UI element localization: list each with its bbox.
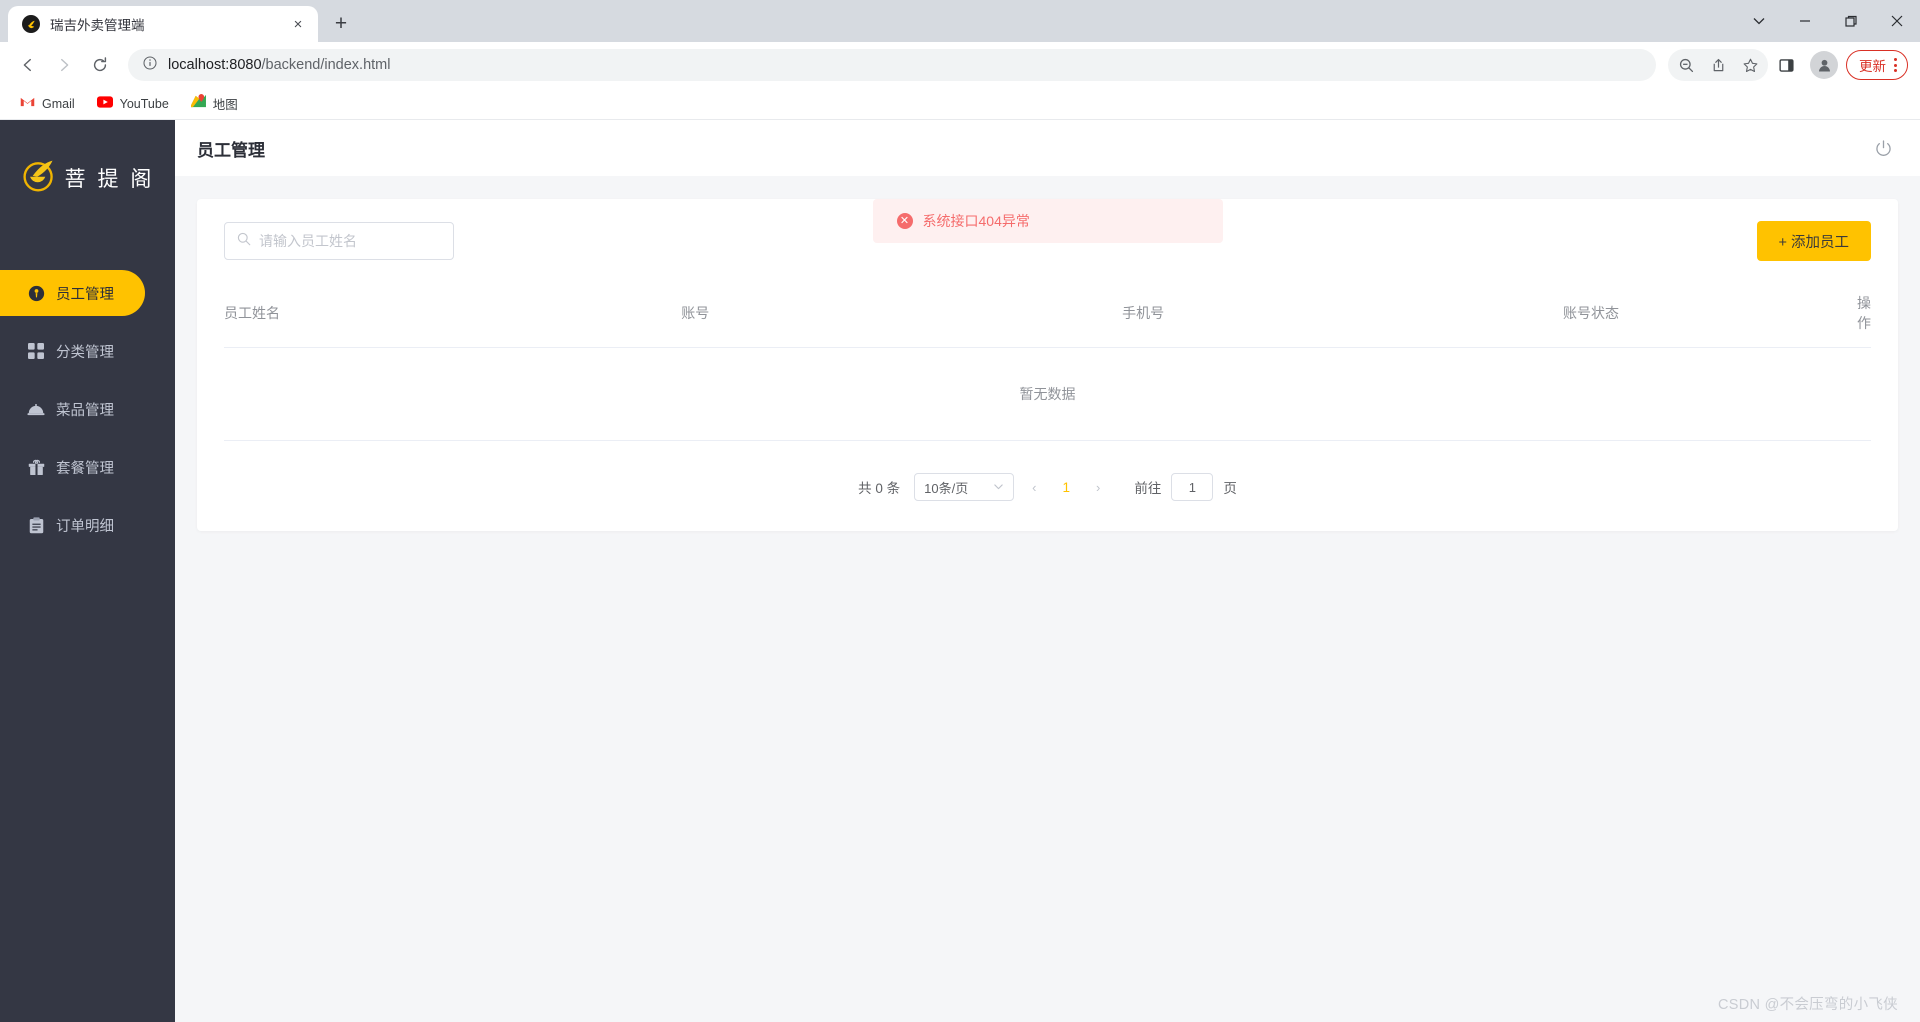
column-header-action: 操作 — [1856, 279, 1871, 348]
omnibox-action-pill — [1668, 49, 1768, 81]
browser-toolbar: localhost:8080/backend/index.html 更新 — [0, 42, 1920, 88]
back-button[interactable] — [12, 49, 44, 81]
tab-close-icon[interactable]: × — [288, 14, 308, 34]
share-icon[interactable] — [1702, 49, 1734, 81]
bookmark-gmail[interactable]: Gmail — [12, 91, 83, 117]
page-size-select[interactable]: 10条/页 — [914, 473, 1015, 501]
pagination-next-button[interactable]: › — [1088, 480, 1108, 495]
pagination-total: 共 0 条 — [858, 481, 901, 496]
pagination-jump-suffix: 页 — [1223, 481, 1237, 496]
star-icon[interactable] — [1734, 49, 1766, 81]
browser-titlebar: 瑞吉外卖管理端 × + — [0, 0, 1920, 42]
employee-table: 员工姓名 账号 手机号 账号状态 操作 暂无数据 — [224, 279, 1871, 441]
sidebar-logo: 菩 提 阁 — [0, 120, 175, 235]
sidebar-item-label: 员工管理 — [56, 286, 114, 303]
reload-button[interactable] — [84, 49, 116, 81]
bookmarks-bar: Gmail YouTube 地图 — [0, 88, 1920, 120]
error-alert-message: 系统接口404异常 — [922, 213, 1030, 229]
update-button-label: 更新 — [1859, 59, 1886, 74]
search-icon — [237, 232, 251, 251]
error-circle-icon: ✕ — [896, 213, 913, 229]
page-title: 员工管理 — [197, 140, 265, 160]
table-empty-row: 暂无数据 — [224, 347, 1871, 441]
leaf-bowl-logo-icon — [21, 157, 57, 198]
main-content: 员工管理 请输入员工姓名 + 添加员工 员工姓名 账号 手机号 账号状态 操作 … — [175, 120, 1920, 1022]
bookmark-label: Gmail — [42, 96, 75, 111]
setmeal-gift-icon — [27, 458, 45, 476]
pagination: 共 0 条 10条/页 ‹ 1 › 前往 页 — [224, 473, 1871, 501]
pagination-jump-input[interactable] — [1171, 473, 1214, 501]
search-input[interactable] — [259, 233, 441, 249]
page-body: + 添加员工 员工姓名 账号 手机号 账号状态 操作 — [175, 176, 1920, 1022]
column-header-name: 员工姓名 — [224, 279, 682, 348]
side-panel-icon[interactable] — [1770, 49, 1802, 81]
bookmark-maps[interactable]: 地图 — [183, 90, 246, 117]
order-clipboard-icon — [27, 516, 45, 534]
sidebar-item-employee[interactable]: 员工管理 — [0, 270, 145, 316]
url-path: /backend/index.html — [261, 57, 391, 73]
sidebar-menu: 员工管理 分类管理 菜品管理 套餐管理 订单明细 — [0, 270, 175, 560]
zoom-out-icon[interactable] — [1670, 49, 1702, 81]
sidebar-item-label: 订单明细 — [56, 518, 114, 535]
error-alert: ✕ 系统接口404异常 — [872, 199, 1223, 243]
profile-icon[interactable] — [1810, 51, 1838, 79]
search-box[interactable] — [224, 222, 454, 260]
sidebar-item-category[interactable]: 分类管理 — [0, 328, 175, 374]
tab-search-dropdown-icon[interactable] — [1736, 0, 1782, 42]
browser-menu-icon[interactable] — [1890, 58, 1901, 72]
app-viewport: 菩 提 阁 员工管理 分类管理 菜品管理 套餐管理 订单明细 员工管理 请输入员… — [0, 120, 1920, 1022]
pagination-jump-label: 前往 — [1134, 481, 1162, 496]
maps-icon — [190, 94, 206, 113]
address-bar-url: localhost:8080/backend/index.html — [168, 57, 390, 73]
sidebar: 菩 提 阁 员工管理 分类管理 菜品管理 套餐管理 订单明细 — [0, 120, 175, 1022]
employee-icon — [27, 284, 45, 302]
employee-card: + 添加员工 员工姓名 账号 手机号 账号状态 操作 — [197, 199, 1898, 531]
address-bar[interactable]: localhost:8080/backend/index.html — [128, 49, 1656, 81]
tab-title: 瑞吉外卖管理端 — [50, 18, 145, 33]
forward-button[interactable] — [48, 49, 80, 81]
sidebar-item-order[interactable]: 订单明细 — [0, 502, 175, 548]
window-controls — [1736, 0, 1920, 42]
update-button[interactable]: 更新 — [1846, 50, 1908, 80]
category-grid-icon — [27, 342, 45, 360]
column-header-phone: 手机号 — [1122, 279, 1563, 348]
page-header: 员工管理 — [175, 120, 1920, 176]
browser-tab[interactable]: 瑞吉外卖管理端 × — [8, 6, 318, 42]
sidebar-item-dish[interactable]: 菜品管理 — [0, 386, 175, 432]
power-logout-icon[interactable] — [1870, 135, 1896, 161]
youtube-icon — [96, 95, 113, 113]
sidebar-item-label: 菜品管理 — [56, 402, 114, 419]
page-size-label: 10条/页 — [924, 480, 969, 496]
pagination-page-1[interactable]: 1 — [1055, 480, 1079, 495]
sidebar-logo-text: 菩 提 阁 — [64, 167, 155, 191]
close-window-button[interactable] — [1874, 0, 1920, 42]
table-body: 暂无数据 — [224, 347, 1871, 441]
sidebar-item-setmeal[interactable]: 套餐管理 — [0, 444, 175, 490]
site-info-icon[interactable] — [142, 55, 158, 76]
dish-cloche-icon — [27, 400, 45, 418]
bookmark-youtube[interactable]: YouTube — [89, 91, 177, 117]
column-header-account: 账号 — [681, 279, 1123, 348]
tab-strip: 瑞吉外卖管理端 × + — [0, 0, 358, 42]
gmail-icon — [20, 95, 35, 113]
bookmark-label: YouTube — [119, 96, 169, 111]
table-empty-text: 暂无数据 — [224, 347, 1871, 441]
table-header-row: 员工姓名 账号 手机号 账号状态 操作 — [224, 279, 1871, 348]
new-tab-button[interactable]: + — [324, 6, 358, 40]
csdn-watermark: CSDN @不会压弯的小飞侠 — [1717, 997, 1898, 1013]
toolbar-actions: 更新 — [1668, 49, 1908, 81]
sidebar-item-label: 套餐管理 — [56, 460, 114, 477]
table-head: 员工姓名 账号 手机号 账号状态 操作 — [224, 279, 1871, 348]
ruiji-logo-icon — [22, 15, 40, 33]
chevron-down-icon — [993, 480, 1004, 495]
sidebar-item-label: 分类管理 — [56, 344, 114, 361]
url-host: localhost:8080 — [168, 57, 262, 73]
column-header-status: 账号状态 — [1563, 279, 1857, 348]
browser-window: 瑞吉外卖管理端 × + localhost:8080/backend/index… — [0, 0, 1920, 1022]
maximize-button[interactable] — [1828, 0, 1874, 42]
minimize-button[interactable] — [1782, 0, 1828, 42]
pagination-prev-button[interactable]: ‹ — [1024, 480, 1044, 495]
bookmark-label: 地图 — [212, 98, 238, 112]
add-employee-button[interactable]: + 添加员工 — [1756, 221, 1871, 261]
